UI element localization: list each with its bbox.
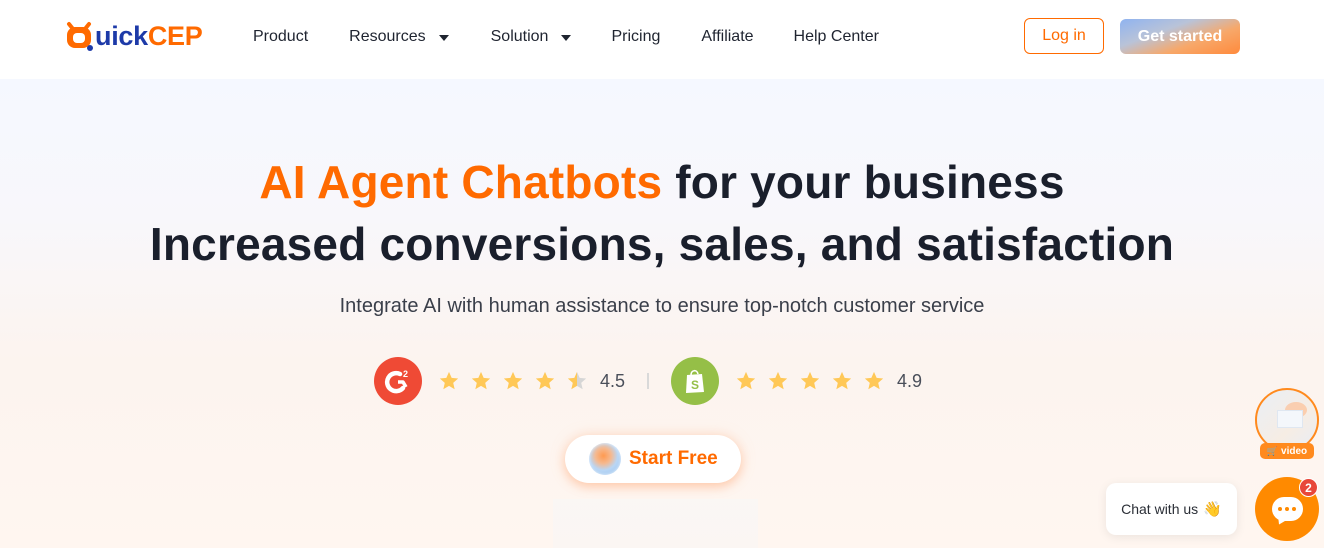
g2-logo-icon[interactable]: 2 [374,357,422,405]
nav-label: Help Center [793,28,879,45]
cart-icon: 🛒 [1266,445,1279,456]
nav-label: Solution [490,28,549,45]
waving-hand-icon: 👋 [1203,501,1222,518]
star-icon [832,371,852,390]
nav-item-solution[interactable]: Solution [491,28,572,46]
logo-text-cep: CEP [147,20,203,51]
star-icon [535,371,555,390]
ai-orb-icon [589,443,621,475]
ratings-divider [647,373,650,389]
chat-dot [1285,507,1289,511]
nav-item-product[interactable]: Product [253,28,308,46]
caret-down-icon [561,34,572,41]
star-icon [736,371,756,390]
unread-count-badge: 2 [1299,478,1318,497]
ratings-row: 2 4.5 S 4.9 [374,357,922,405]
star-icon [800,371,820,390]
star-icon [439,371,459,390]
video-preview-screen [1277,410,1303,428]
hero-subheadline: Integrate AI with human assistance to en… [339,295,985,317]
cta-glow-backdrop [553,499,758,548]
star-icon [567,371,587,390]
logo-q-mark-icon [67,22,93,51]
logo-text-uick: uick [95,20,148,51]
start-free-label: Start Free [629,448,718,469]
star-icon [864,371,884,390]
chat-prompt-bubble[interactable]: Chat with us 👋 [1106,483,1237,535]
get-started-button[interactable]: Get started [1120,19,1240,54]
shopify-star-rating [735,370,895,392]
svg-text:S: S [691,378,699,392]
caret-down-icon [438,34,449,41]
video-tag-button[interactable]: 🛒 video [1260,443,1314,459]
hero-section: AI Agent Chatbots for your business Incr… [0,79,1324,548]
hero-headline-line2: Increased conversions, sales, and satisf… [149,218,1175,270]
shopify-bag-icon[interactable]: S [671,357,720,405]
main-nav: Product Resources Solution Pricing Affil… [253,26,879,48]
headline-accent: AI Agent Chatbots [259,156,663,208]
chat-dot [1278,507,1282,511]
nav-label: Affiliate [701,28,754,45]
nav-item-resources[interactable]: Resources [349,28,449,46]
headline-rest: for your business [662,156,1065,208]
shopify-glyph: S [686,369,705,393]
hero-headline-line1: AI Agent Chatbots for your business [0,155,1324,209]
nav-label: Resources [349,28,426,45]
shopify-score: 4.9 [897,370,923,391]
nav-item-affiliate[interactable]: Affiliate [701,28,753,46]
chat-dot [1292,507,1296,511]
star-icon [768,371,788,390]
nav-label: Pricing [611,28,661,45]
login-button[interactable]: Log in [1024,18,1104,54]
top-navigation-bar: uickCEP Product Resources Solution Prici… [0,0,1324,79]
nav-item-help-center[interactable]: Help Center [794,28,879,46]
quickcep-logo[interactable]: uickCEP [64,18,203,54]
g2-star-rating [438,370,598,392]
chat-prompt-text: Chat with us [1121,501,1199,517]
svg-text:2: 2 [403,369,408,379]
g2-glyph: 2 [384,369,408,394]
start-free-button[interactable]: Start Free [565,435,741,483]
star-icon [503,371,523,390]
logo-wordmark: uickCEP [95,20,203,51]
video-tag-label: video [1281,445,1308,457]
star-icon [471,371,491,390]
nav-item-pricing[interactable]: Pricing [611,28,660,46]
nav-label: Product [253,28,309,45]
chat-bubble-icon [1271,497,1303,521]
g2-score: 4.5 [600,370,626,391]
